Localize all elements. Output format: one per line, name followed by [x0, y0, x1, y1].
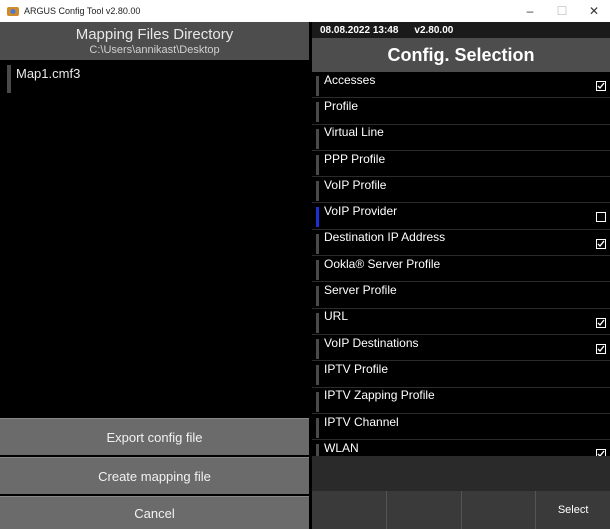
close-button[interactable]: ✕ — [578, 0, 610, 22]
selection-marker — [316, 207, 319, 228]
config-item[interactable]: Destination IP Address — [312, 230, 610, 257]
selection-marker — [316, 233, 319, 254]
selection-marker — [316, 391, 319, 412]
cancel-button[interactable]: Cancel — [0, 496, 309, 529]
mapping-files-panel: Mapping Files Directory C:\Users\annikas… — [0, 22, 309, 529]
datetime: 08.08.2022 13:48 — [320, 24, 399, 36]
config-list-footer — [312, 456, 610, 491]
config-item-checkbox[interactable] — [596, 317, 606, 328]
checkmark-icon — [597, 319, 605, 326]
config-item-checkbox[interactable] — [596, 212, 606, 223]
config-item-label: Ookla® Server Profile — [324, 256, 441, 271]
selection-marker — [316, 128, 319, 149]
config-item[interactable]: IPTV Channel — [312, 414, 610, 441]
config-item[interactable]: WLAN — [312, 440, 610, 456]
status-bar: 08.08.2022 13:48 v2.80.00 — [312, 22, 610, 38]
selection-marker — [316, 444, 319, 456]
checkmark-icon — [597, 82, 605, 90]
directory-path: C:\Users\annikast\Desktop — [89, 44, 220, 56]
softkey-3[interactable] — [460, 491, 536, 529]
selection-marker — [316, 365, 319, 386]
config-selection-panel: 08.08.2022 13:48 v2.80.00 Config. Select… — [312, 22, 610, 529]
config-item-label: WLAN — [324, 440, 359, 455]
checkmark-icon — [597, 345, 605, 353]
mapping-file-item[interactable]: Map1.cmf3 — [0, 60, 309, 93]
selection-marker — [316, 102, 319, 123]
config-item-label: Profile — [324, 98, 359, 113]
config-item-label: URL — [324, 309, 349, 324]
config-item[interactable]: VoIP Provider — [312, 203, 610, 230]
config-item-label: IPTV Channel — [324, 414, 399, 429]
config-item[interactable]: VoIP Profile — [312, 177, 610, 204]
config-item-label: Destination IP Address — [324, 230, 446, 245]
config-item-label: VoIP Destinations — [324, 335, 419, 350]
selection-marker — [316, 76, 319, 96]
config-item-checkbox[interactable] — [596, 81, 606, 91]
config-item[interactable]: Virtual Line — [312, 125, 610, 151]
softkey-1[interactable] — [312, 491, 386, 529]
config-item-checkbox[interactable] — [596, 343, 606, 354]
config-item[interactable]: Server Profile — [312, 282, 610, 309]
config-item[interactable]: URL — [312, 309, 610, 335]
config-item[interactable]: Accesses — [312, 72, 610, 99]
window-title: ARGUS Config Tool v2.80.00 — [24, 6, 141, 16]
bottom-button-bar: Select — [312, 491, 610, 529]
selection-marker — [316, 181, 319, 202]
selection-marker — [316, 417, 319, 438]
config-item-checkbox[interactable] — [596, 449, 606, 456]
config-item-label: IPTV Zapping Profile — [324, 388, 435, 403]
config-item[interactable]: IPTV Profile — [312, 361, 610, 388]
maximize-button[interactable]: ☐ — [546, 0, 578, 22]
selection-marker — [316, 154, 319, 175]
config-item[interactable]: Profile — [312, 98, 610, 125]
checkmark-icon — [597, 240, 605, 247]
config-item-label: PPP Profile — [324, 151, 386, 166]
file-selection-marker — [7, 65, 11, 93]
softkey-2[interactable] — [385, 491, 461, 529]
config-list: Accesses Profile Virtual Line PPP Profile Vo… — [312, 72, 610, 456]
file-name: Map1.cmf3 — [16, 65, 81, 81]
mapping-file-list: Map1.cmf3 — [0, 60, 309, 418]
selection-marker — [316, 338, 319, 359]
window-titlebar: ARGUS Config Tool v2.80.00 – ☐ ✕ — [0, 0, 610, 22]
config-item-checkbox[interactable] — [596, 238, 606, 249]
version: v2.80.00 — [414, 24, 454, 36]
selection-marker — [316, 286, 319, 307]
config-item[interactable]: PPP Profile — [312, 151, 610, 178]
config-item-label: Virtual Line — [324, 125, 384, 140]
select-button[interactable]: Select — [535, 491, 610, 529]
create-mapping-button[interactable]: Create mapping file — [0, 457, 309, 494]
mapping-files-title: Mapping Files Directory — [75, 26, 234, 43]
selection-marker — [316, 260, 319, 281]
config-item-label: VoIP Provider — [324, 204, 398, 219]
config-item-label: Accesses — [324, 72, 376, 87]
app-icon — [7, 7, 19, 16]
config-item[interactable]: VoIP Destinations — [312, 335, 610, 362]
config-selection-title: Config. Selection — [312, 38, 610, 72]
selection-marker — [316, 312, 319, 333]
config-item-label: VoIP Profile — [324, 177, 387, 192]
config-item[interactable]: IPTV Zapping Profile — [312, 388, 610, 414]
mapping-files-header: Mapping Files Directory C:\Users\annikas… — [0, 22, 309, 60]
config-item-label: Server Profile — [324, 283, 397, 298]
minimize-button[interactable]: – — [514, 0, 546, 22]
config-item-label: IPTV Profile — [324, 361, 389, 376]
export-config-button[interactable]: Export config file — [0, 418, 309, 455]
config-item[interactable]: Ookla® Server Profile — [312, 256, 610, 283]
